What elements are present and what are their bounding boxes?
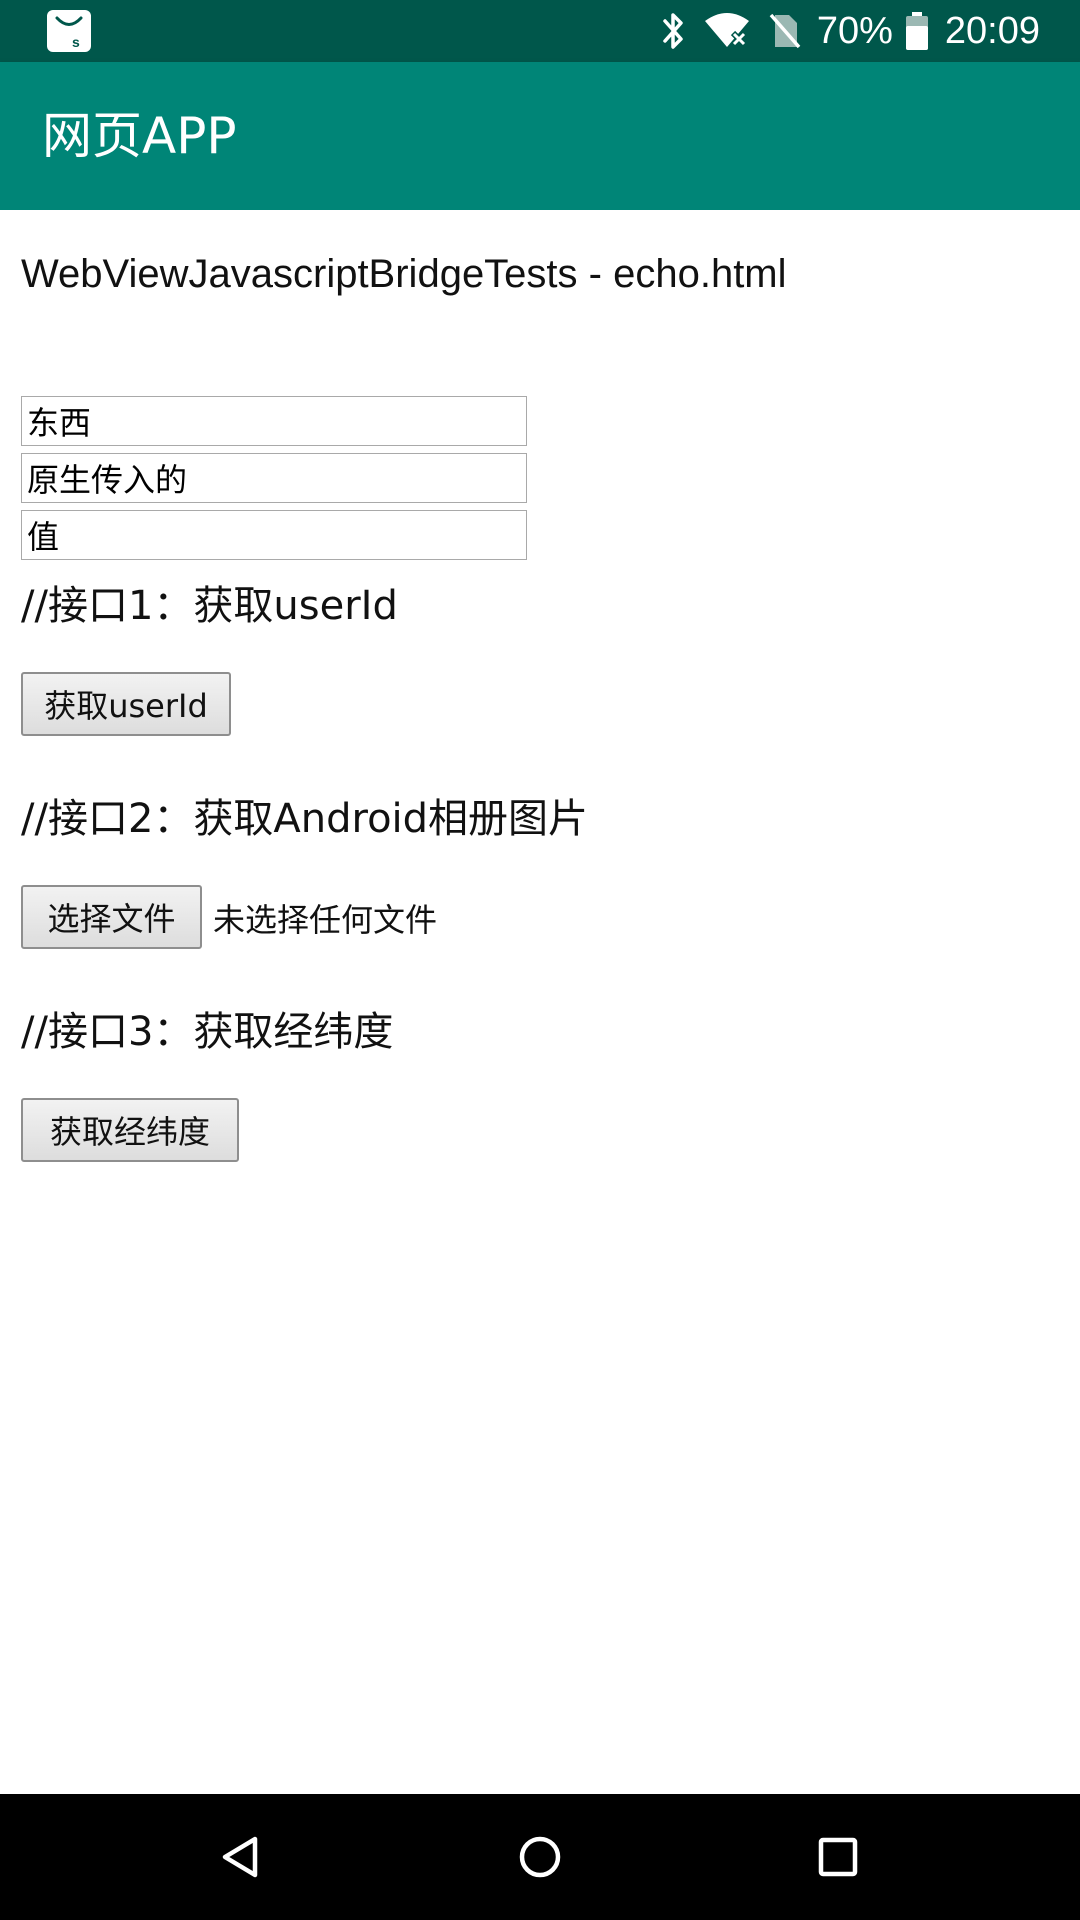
- webview-content: WebViewJavascriptBridgeTests - echo.html…: [0, 210, 1080, 1794]
- section-title-album: //接口2：获取Android相册图片: [21, 796, 589, 842]
- get-userid-button[interactable]: 获取userId: [21, 672, 231, 736]
- choose-file-button[interactable]: 选择文件: [21, 885, 202, 949]
- navigation-bar: [0, 1794, 1080, 1920]
- echo-input-2[interactable]: [21, 453, 527, 503]
- back-icon[interactable]: [211, 1827, 271, 1887]
- shopping-bag-s-icon: s: [47, 10, 91, 52]
- section-title-location: //接口3：获取经纬度: [21, 1009, 394, 1055]
- get-location-button[interactable]: 获取经纬度: [21, 1098, 239, 1162]
- battery-icon: [905, 12, 928, 50]
- echo-input-3[interactable]: [21, 510, 527, 560]
- file-status-text: 未选择任何文件: [213, 901, 438, 939]
- no-sim-icon: [769, 13, 801, 49]
- app-title: 网页APP: [42, 107, 237, 165]
- wifi-off-icon: [704, 13, 749, 48]
- home-icon[interactable]: [510, 1827, 570, 1887]
- phone-screen: s 70% 20:09 网页APP WebViewJavascriptBridg…: [0, 0, 1080, 1920]
- page-heading: WebViewJavascriptBridgeTests - echo.html: [21, 252, 787, 296]
- clock: 20:09: [944, 10, 1040, 52]
- battery-percent: 70%: [816, 10, 893, 52]
- status-bar: s 70% 20:09: [0, 0, 1080, 62]
- svg-text:s: s: [72, 34, 80, 50]
- app-bar: 网页APP: [0, 62, 1080, 210]
- status-icons: 70% 20:09: [659, 0, 1040, 62]
- section-title-userid: //接口1：获取userId: [21, 583, 398, 629]
- recents-icon[interactable]: [808, 1827, 868, 1887]
- echo-input-1[interactable]: [21, 396, 527, 446]
- bluetooth-icon: [663, 13, 683, 49]
